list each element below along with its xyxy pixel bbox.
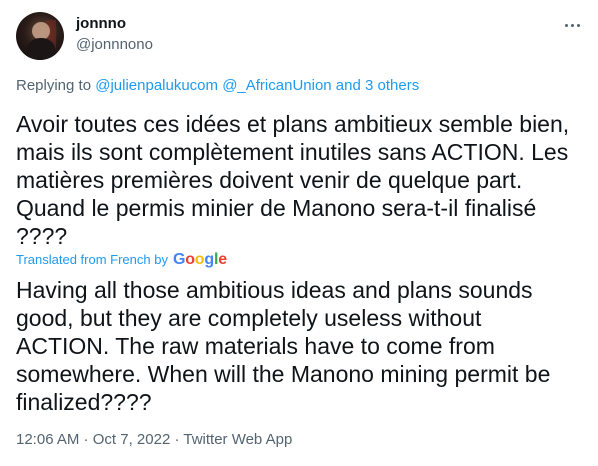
meta-separator: · <box>170 431 184 448</box>
author-handle[interactable]: @jonnnono <box>76 36 153 53</box>
tweet-date[interactable]: Oct 7, 2022 <box>93 431 171 448</box>
tweet-card: jonnno @jonnnono Replying to @julienpalu… <box>0 0 598 466</box>
tweet-meta: 12:06 AM · Oct 7, 2022 · Twitter Web App <box>16 431 292 448</box>
more-horizontal-icon[interactable] <box>561 14 583 36</box>
meta-separator: · <box>79 431 93 448</box>
mention-africanunion[interactable]: @_AfricanUnion <box>222 77 331 94</box>
tweet-source: Twitter Web App <box>183 431 293 448</box>
more-dot <box>570 23 574 27</box>
tweet-time[interactable]: 12:06 AM <box>16 431 79 448</box>
avatar-body <box>26 38 56 60</box>
tweet-original-text: Avoir toutes ces idées et plans ambitieu… <box>16 111 570 249</box>
more-dot <box>564 23 568 27</box>
translation-attribution[interactable]: Translated from French by Google <box>16 251 227 269</box>
author-display-name[interactable]: jonnno <box>76 15 126 32</box>
replying-others-link[interactable]: 3 others <box>365 77 419 94</box>
tweet-translation-text: Having all those ambitious ideas and pla… <box>16 277 551 415</box>
replying-prefix: Replying to <box>16 77 96 94</box>
avatar[interactable] <box>16 12 64 60</box>
replying-connector: and <box>331 77 366 94</box>
translated-label: Translated from French by <box>16 252 168 267</box>
more-dot <box>576 23 580 27</box>
mention-julienpalukucom[interactable]: @julienpalukucom <box>95 77 218 94</box>
google-logo: Google <box>172 251 227 268</box>
replying-to-line: Replying to @julienpalukucom @_AfricanUn… <box>16 77 419 94</box>
